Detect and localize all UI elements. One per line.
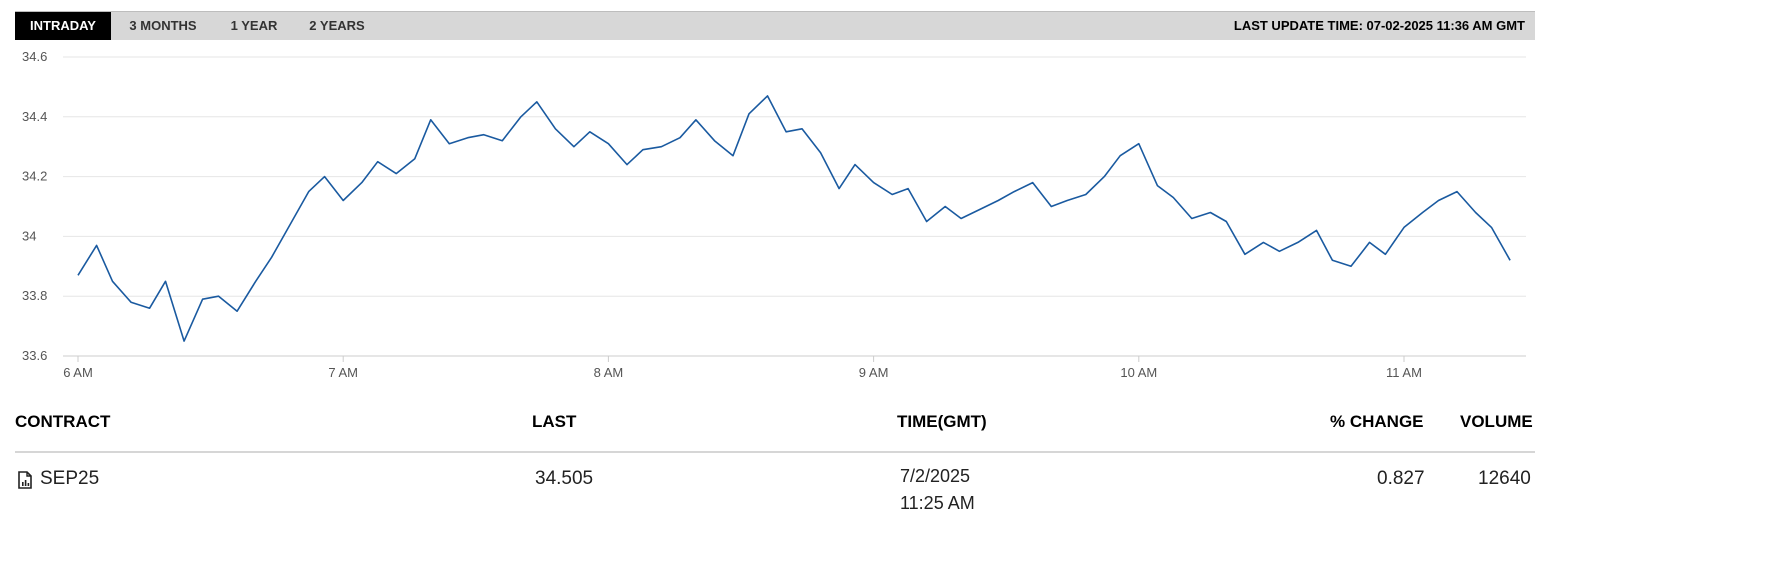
tab-3-months[interactable]: 3 MONTHS <box>115 12 211 40</box>
y-tick-label: 34.4 <box>22 109 47 124</box>
header-change: % CHANGE <box>1330 412 1424 431</box>
header-contract: CONTRACT <box>15 412 111 431</box>
y-tick-label: 34.6 <box>22 49 47 64</box>
x-tick-label: 10 AM <box>1120 365 1157 380</box>
tab-intraday[interactable]: INTRADAY <box>15 12 111 40</box>
header-volume: VOLUME <box>1460 412 1533 431</box>
x-tick-label: 9 AM <box>859 365 889 380</box>
volume-value: 12640 <box>1478 468 1531 489</box>
chart-document-icon[interactable] <box>17 471 33 489</box>
last-update-time: LAST UPDATE TIME: 07-02-2025 11:36 AM GM… <box>1233 18 1525 33</box>
table-divider <box>15 451 1535 453</box>
percent-change: 0.827 <box>1377 468 1425 489</box>
price-series-line <box>77 95 1511 342</box>
header-last: LAST <box>532 412 577 431</box>
y-tick-label: 33.8 <box>22 288 47 303</box>
contract-link[interactable]: SEP25 <box>40 468 99 490</box>
last-price: 34.505 <box>535 468 594 489</box>
tab-2-years[interactable]: 2 YEARS <box>299 12 375 40</box>
x-tick-label: 8 AM <box>594 365 624 380</box>
y-tick-label: 33.6 <box>22 348 47 363</box>
trade-date: 7/2/2025 <box>900 466 971 486</box>
y-tick-label: 34.2 <box>22 169 47 184</box>
x-tick-label: 6 AM <box>63 365 93 380</box>
intraday-price-chart: 34.6 34.4 34.2 34 33.8 33.6 6 AM 7 AM 8 AM 9 AM 10… <box>22 49 1526 380</box>
y-tick-label: 34 <box>22 228 36 243</box>
x-tick-label: 7 AM <box>328 365 358 380</box>
x-tick-label: 11 AM <box>1386 365 1422 380</box>
trade-time: 11:25 AM <box>900 493 975 513</box>
tab-1-year[interactable]: 1 YEAR <box>219 12 289 40</box>
range-tab-bar: INTRADAY 3 MONTHS 1 YEAR 2 YEARS LAST UP… <box>15 11 1535 40</box>
header-time: TIME(GMT) <box>897 412 987 431</box>
